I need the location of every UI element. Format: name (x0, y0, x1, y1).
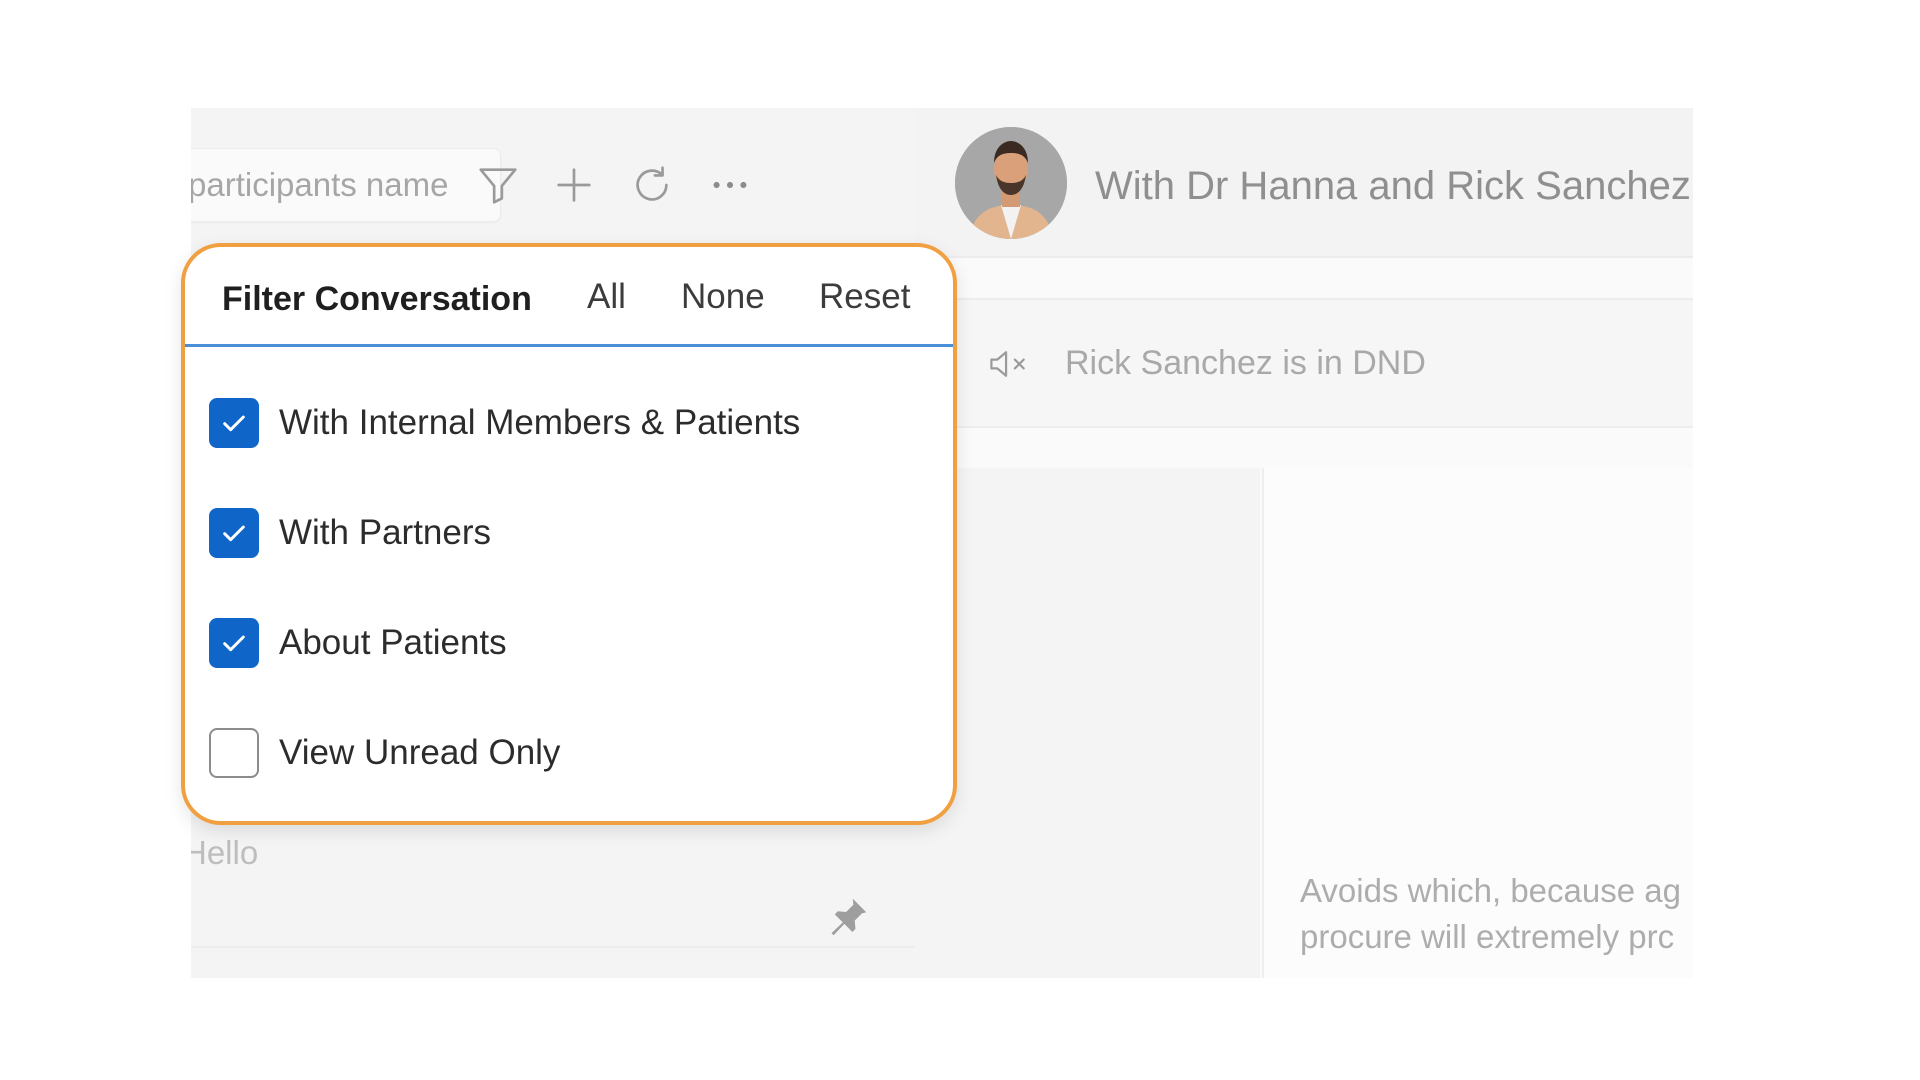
dnd-banner: Rick Sanchez is in DND (915, 298, 1693, 428)
plus-icon (557, 168, 591, 202)
option-label: With Internal Members & Patients (279, 403, 801, 442)
message-bubble: Avoids which, because ag procure will ex… (1300, 868, 1693, 960)
search-box[interactable] (191, 148, 501, 222)
checkmark-icon (223, 635, 245, 652)
select-all-button[interactable]: All (587, 277, 626, 317)
conversation-list-item[interactable]: Hello (191, 828, 915, 958)
search-input[interactable] (191, 166, 468, 204)
filter-option-about-patients[interactable]: About Patients (209, 613, 507, 673)
checkmark-icon (223, 415, 245, 432)
filter-header: Filter Conversation All None Reset (185, 247, 953, 347)
filter-title: Filter Conversation (222, 280, 532, 318)
option-label: About Patients (279, 623, 507, 662)
more-options-button[interactable] (705, 160, 755, 210)
refresh-button[interactable] (627, 160, 677, 210)
filter-conversation-popup: Filter Conversation All None Reset With … (181, 243, 957, 825)
select-none-button[interactable]: None (681, 277, 765, 317)
filter-option-partners[interactable]: With Partners (209, 503, 491, 563)
dnd-status-text: Rick Sanchez is in DND (1065, 344, 1426, 382)
option-label: With Partners (279, 513, 491, 552)
speaker-muted-icon (990, 351, 1025, 377)
filter-option-unread-only[interactable]: View Unread Only (209, 723, 560, 783)
chat-area-left (915, 468, 1260, 978)
conversation-toolbar (191, 108, 915, 258)
checkbox-checked[interactable] (209, 618, 259, 668)
checkbox-checked[interactable] (209, 398, 259, 448)
refresh-icon (636, 166, 668, 201)
filter-icon (479, 168, 517, 204)
chat-title: With Dr Hanna and Rick Sanchez (1095, 164, 1691, 208)
checkbox-checked[interactable] (209, 508, 259, 558)
conversation-preview-text: Hello (191, 834, 259, 871)
checkbox-unchecked[interactable] (209, 728, 259, 778)
chat-header: With Dr Hanna and Rick Sanchez (915, 108, 1693, 258)
checkmark-icon (223, 525, 245, 542)
pin-icon[interactable] (825, 894, 871, 940)
new-conversation-button[interactable] (549, 160, 599, 210)
chat-panel: With Dr Hanna and Rick Sanchez Rick Sanc… (915, 108, 1693, 978)
option-label: View Unread Only (279, 733, 561, 772)
person-photo (955, 127, 1067, 239)
filter-option-internal-members[interactable]: With Internal Members & Patients (209, 393, 800, 453)
reset-button[interactable]: Reset (819, 277, 910, 317)
avatar[interactable] (955, 127, 1067, 239)
message-line-1: Avoids which, because ag (1300, 872, 1681, 909)
filter-button[interactable] (473, 160, 523, 210)
message-line-2: procure will extremely prc (1300, 918, 1675, 955)
more-icon (713, 181, 747, 189)
list-divider (191, 946, 915, 948)
